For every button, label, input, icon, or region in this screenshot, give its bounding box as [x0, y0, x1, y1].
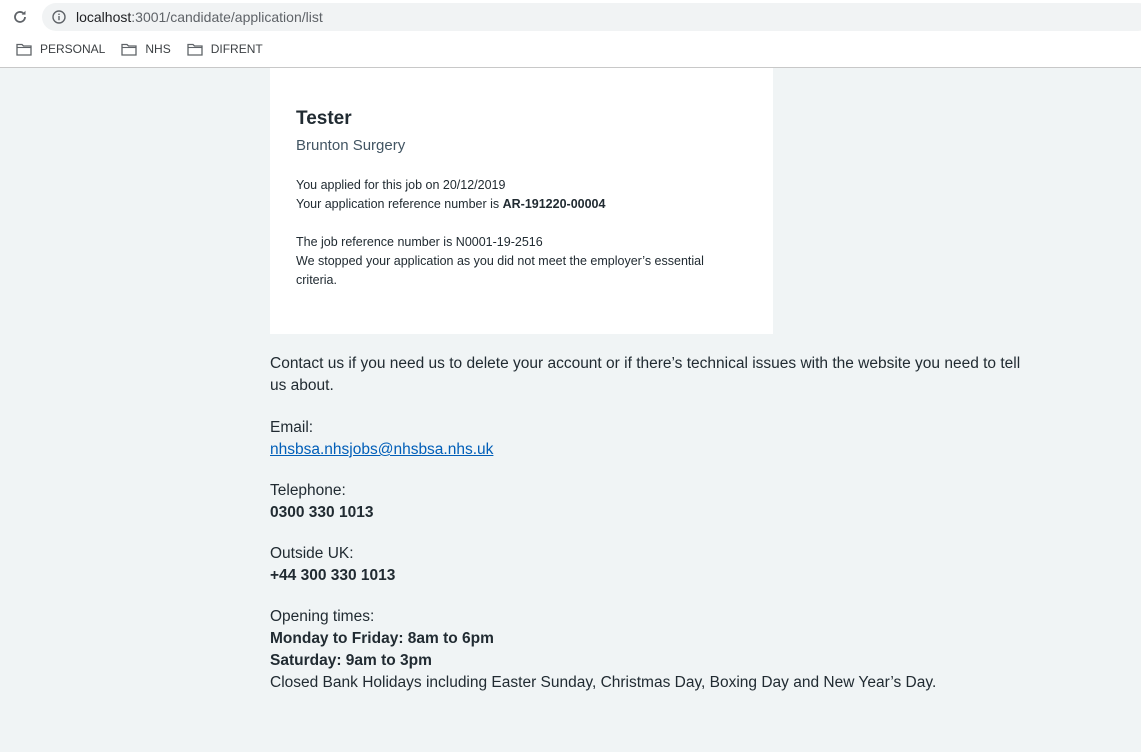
closed-note: Closed Bank Holidays including Easter Su…	[270, 674, 937, 691]
info-icon[interactable]	[52, 10, 66, 24]
telephone-number: 0300 330 1013	[270, 504, 374, 521]
application-status: We stopped your application as you did n…	[296, 254, 704, 287]
bookmark-personal[interactable]: PERSONAL	[16, 42, 105, 56]
reference-prefix: Your application reference number is	[296, 197, 503, 211]
folder-icon	[16, 43, 32, 56]
bookmark-label: DIFRENT	[210, 42, 263, 56]
applied-date: You applied for this job on 20/12/2019	[296, 178, 506, 192]
telephone-label: Telephone:	[270, 482, 346, 499]
job-reference: The job reference number is N0001-19-251…	[296, 235, 543, 249]
url-host: localhost	[76, 9, 132, 25]
bookmarks-bar: PERSONAL NHS DIFRENT	[16, 40, 279, 58]
contact-intro: Contact us if you need us to delete your…	[270, 355, 1021, 394]
application-card: Tester Brunton Surgery You applied for t…	[270, 68, 773, 334]
url-path: :3001/candidate/application/list	[131, 9, 323, 25]
reload-icon[interactable]	[11, 8, 29, 26]
employer-name: Brunton Surgery	[296, 137, 406, 154]
folder-icon	[121, 43, 138, 56]
saturday-hours: Saturday: 9am to 3pm	[270, 652, 432, 669]
reference-number: AR-191220-00004	[502, 197, 606, 211]
bookmark-nhs[interactable]: NHS	[121, 42, 171, 56]
url-text[interactable]: localhost:3001/candidate/application/lis…	[76, 9, 323, 25]
bookmark-label: PERSONAL	[40, 42, 106, 56]
bookmark-label: NHS	[145, 42, 171, 56]
browser-toolbar: localhost:3001/candidate/application/lis…	[0, 0, 1141, 68]
folder-icon	[187, 43, 203, 56]
email-link[interactable]: nhsbsa.nhsjobs@nhsbsa.nhs.uk	[270, 441, 493, 458]
email-label: Email:	[270, 419, 314, 436]
weekday-hours: Monday to Friday: 8am to 6pm	[270, 630, 494, 647]
application-reference: Your application reference number is AR-…	[296, 195, 605, 214]
bookmark-difrent[interactable]: DIFRENT	[187, 42, 263, 56]
address-bar[interactable]: localhost:3001/candidate/application/lis…	[42, 3, 1141, 31]
opening-times-label: Opening times:	[270, 608, 375, 625]
job-title: Tester	[296, 108, 352, 129]
outside-uk-number: +44 300 330 1013	[270, 567, 396, 584]
outside-uk-label: Outside UK:	[270, 545, 354, 562]
